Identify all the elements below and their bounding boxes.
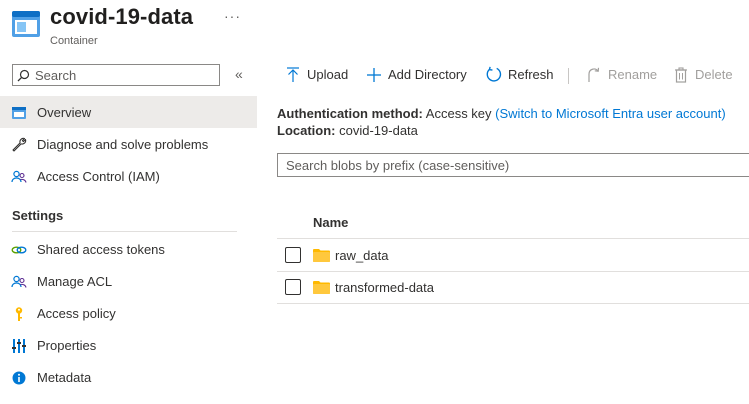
sidebar-search-input[interactable] bbox=[35, 66, 215, 84]
row-checkbox[interactable] bbox=[285, 247, 301, 263]
section-divider bbox=[12, 231, 237, 232]
upload-button[interactable]: Upload bbox=[285, 66, 348, 86]
sidebar: « Overview Diagnose and solve problems A… bbox=[0, 60, 257, 404]
sidebar-item-metadata[interactable]: Metadata bbox=[0, 361, 257, 393]
sidebar-item-label: Overview bbox=[37, 105, 92, 120]
link-icon bbox=[11, 246, 27, 254]
auth-method-value: Access key bbox=[425, 106, 492, 121]
sidebar-item-manage-acl[interactable]: Manage ACL bbox=[0, 265, 257, 297]
toolbar: Upload Add Directory Refresh Rename Dele… bbox=[257, 60, 749, 92]
folder-icon bbox=[313, 281, 330, 294]
page-header: covid-19-data ··· Container bbox=[0, 0, 749, 60]
sidebar-item-access-control[interactable]: Access Control (IAM) bbox=[0, 160, 257, 192]
key-icon bbox=[15, 307, 23, 321]
properties-icon bbox=[12, 339, 26, 353]
plus-icon bbox=[367, 67, 381, 82]
container-icon bbox=[12, 11, 40, 37]
people-icon bbox=[11, 170, 27, 183]
sidebar-item-label: Manage ACL bbox=[37, 274, 113, 289]
location: Location: covid-19-data bbox=[277, 123, 418, 138]
sidebar-item-label: Access policy bbox=[37, 306, 116, 321]
info-icon bbox=[12, 371, 26, 385]
sidebar-item-label: Properties bbox=[37, 338, 97, 353]
rename-button[interactable]: Rename bbox=[586, 66, 657, 86]
more-options-button[interactable]: ··· bbox=[224, 8, 241, 24]
search-icon bbox=[17, 69, 30, 82]
switch-auth-link[interactable]: (Switch to Microsoft Entra user account) bbox=[495, 106, 725, 121]
location-label: Location: bbox=[277, 123, 336, 138]
toolbar-separator bbox=[568, 68, 569, 84]
sidebar-search[interactable] bbox=[12, 64, 220, 86]
auth-method: Authentication method: Access key (Switc… bbox=[277, 106, 726, 121]
name-column-header[interactable]: Name bbox=[313, 215, 348, 230]
sidebar-item-shared-access-tokens[interactable]: Shared access tokens bbox=[0, 233, 257, 265]
table-divider bbox=[277, 303, 749, 304]
upload-icon bbox=[287, 66, 299, 82]
row-checkbox[interactable] bbox=[285, 279, 301, 295]
table-divider bbox=[277, 238, 749, 239]
sidebar-item-label: Access Control (IAM) bbox=[37, 169, 160, 184]
trash-icon bbox=[675, 67, 687, 83]
people-icon bbox=[11, 275, 27, 288]
location-value: covid-19-data bbox=[339, 123, 418, 138]
sidebar-item-label: Shared access tokens bbox=[37, 242, 165, 257]
page-title: covid-19-data bbox=[50, 4, 194, 29]
table-row[interactable]: raw_data bbox=[277, 240, 749, 272]
table-row[interactable]: transformed-data bbox=[277, 272, 749, 304]
collapse-sidebar-button[interactable]: « bbox=[235, 66, 243, 82]
add-directory-button[interactable]: Add Directory bbox=[366, 66, 467, 86]
sidebar-item-label: Diagnose and solve problems bbox=[37, 137, 209, 152]
sidebar-item-label: Metadata bbox=[37, 370, 92, 385]
folder-icon bbox=[313, 249, 330, 262]
overview-icon bbox=[12, 107, 26, 119]
sidebar-item-overview[interactable]: Overview bbox=[0, 96, 257, 128]
sidebar-item-diagnose[interactable]: Diagnose and solve problems bbox=[0, 128, 257, 160]
page-subtitle: Container bbox=[50, 35, 98, 47]
rename-icon bbox=[588, 67, 600, 82]
wrench-icon bbox=[12, 137, 27, 152]
blob-search-input[interactable] bbox=[286, 156, 746, 174]
settings-section-title: Settings bbox=[12, 208, 64, 223]
main-content: Upload Add Directory Refresh Rename Dele… bbox=[257, 60, 749, 404]
sidebar-item-access-policy[interactable]: Access policy bbox=[0, 297, 257, 329]
refresh-button[interactable]: Refresh bbox=[485, 66, 554, 86]
auth-method-label: Authentication method: bbox=[277, 106, 423, 121]
sidebar-item-properties[interactable]: Properties bbox=[0, 329, 257, 361]
delete-button[interactable]: Delete bbox=[673, 66, 733, 86]
folder-name-link[interactable]: raw_data bbox=[335, 248, 388, 263]
folder-name-link[interactable]: transformed-data bbox=[335, 280, 434, 295]
refresh-icon bbox=[486, 66, 502, 82]
blob-search[interactable] bbox=[277, 153, 749, 177]
